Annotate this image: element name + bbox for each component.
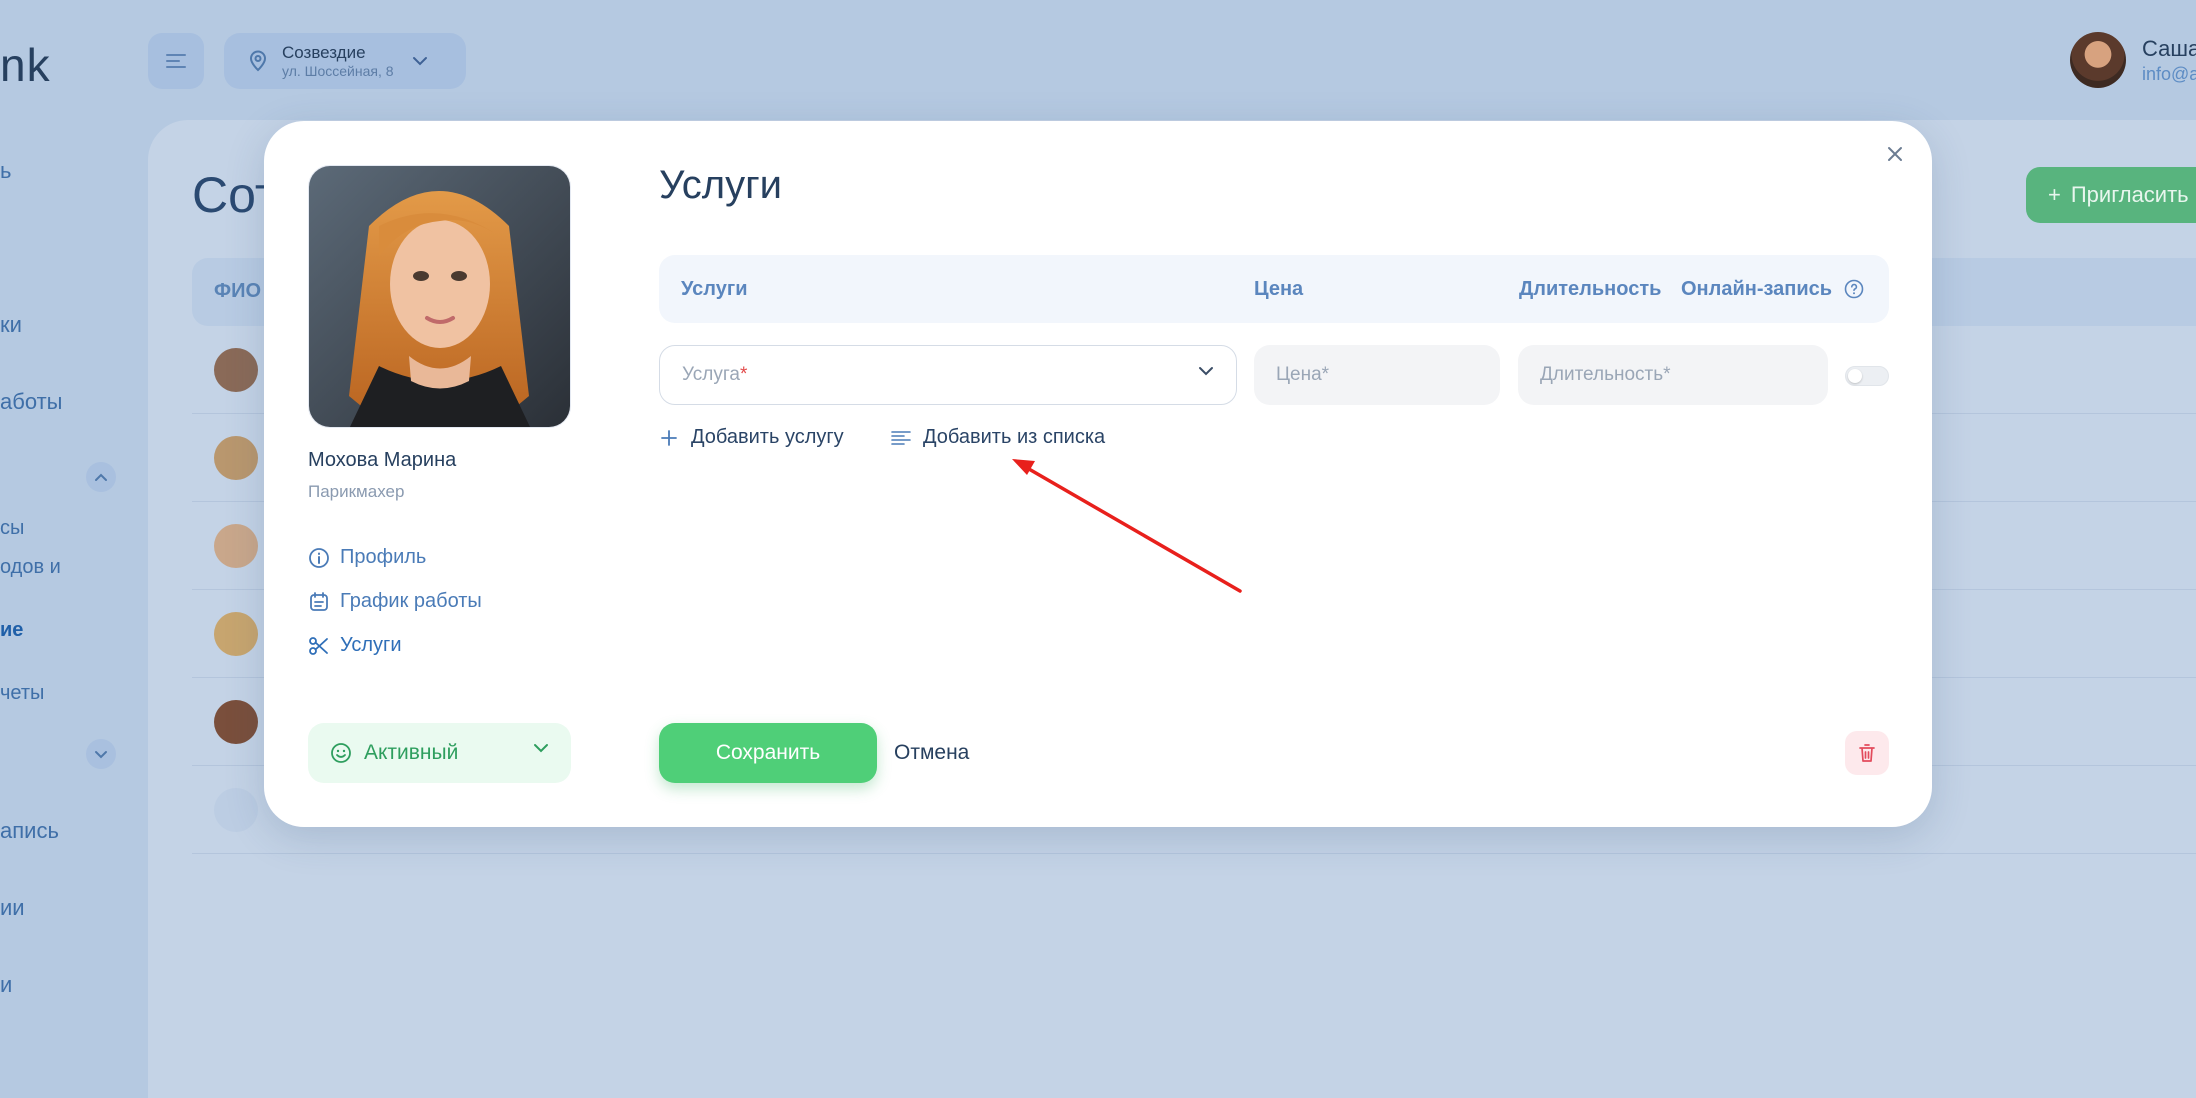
nav-item-label: Профиль	[340, 546, 427, 568]
avatar	[214, 700, 258, 744]
location-name: Созвездие	[282, 43, 366, 63]
status-value: Активный	[364, 741, 459, 764]
user-name: Саша	[2142, 36, 2196, 61]
employee-name: Мохова Марина	[308, 449, 457, 471]
column-header-price: Цена	[1254, 278, 1304, 300]
services-table-header: Услуги Цена Длительность Онлайн-запись	[659, 255, 1889, 323]
sidebar-item[interactable]: одов и	[0, 556, 61, 579]
avatar	[214, 348, 258, 392]
chevron-down-icon	[1199, 367, 1213, 376]
calendar-icon	[308, 591, 330, 613]
cancel-button[interactable]: Отмена	[894, 741, 969, 765]
sidebar-item[interactable]: аботы	[0, 389, 62, 415]
price-input[interactable]: Цена*	[1254, 345, 1500, 405]
sidebar-item[interactable]: ки	[0, 312, 22, 338]
column-header-service: Услуги	[681, 278, 748, 300]
table-header-name: ФИО	[214, 280, 262, 302]
sidebar-item[interactable]: ии	[0, 895, 25, 921]
close-button[interactable]	[1880, 139, 1910, 169]
sidebar-item-active[interactable]: ие	[0, 619, 23, 642]
avatar	[214, 612, 258, 656]
service-select[interactable]: Услуга *	[659, 345, 1237, 405]
chevron-up-icon	[95, 473, 107, 481]
sidebar-item[interactable]: четы	[0, 682, 44, 705]
app-logo: nk	[0, 39, 51, 91]
chevron-down-icon	[534, 744, 548, 753]
column-header-duration: Длительность	[1519, 278, 1662, 300]
avatar	[2070, 32, 2126, 88]
location-selector[interactable]: Созвездие ул. Шоссейная, 8	[224, 33, 466, 89]
close-icon	[1888, 147, 1902, 161]
sidebar-collapse-button[interactable]	[86, 462, 116, 492]
avatar	[214, 436, 258, 480]
help-icon[interactable]	[1844, 279, 1864, 299]
chevron-down-icon	[412, 57, 427, 66]
chevron-down-icon	[95, 750, 107, 758]
sidebar-item[interactable]: сы	[0, 517, 24, 540]
delete-button[interactable]	[1845, 731, 1889, 775]
scissors-icon	[308, 635, 330, 657]
save-button[interactable]: Сохранить	[659, 723, 877, 783]
nav-item-schedule[interactable]: График работы	[308, 590, 482, 613]
plus-icon: +	[2048, 182, 2061, 207]
section-title: Услуги	[659, 163, 783, 207]
list-icon	[891, 428, 911, 448]
employee-photo	[308, 165, 571, 428]
user-menu[interactable]: Саша info@a	[2070, 32, 2196, 88]
user-email: info@a	[2142, 63, 2196, 84]
nav-item-label: График работы	[340, 590, 482, 612]
nav-item-services[interactable]: Услуги	[308, 634, 402, 657]
location-pin-icon	[249, 50, 267, 72]
add-service-button[interactable]: Добавить услугу	[659, 426, 844, 449]
employee-services-modal: Мохова Марина Парикмахер Профиль График …	[264, 121, 1932, 827]
plus-icon	[659, 428, 679, 448]
location-address: ул. Шоссейная, 8	[282, 62, 394, 79]
invite-button-label: Пригласить	[2070, 182, 2189, 207]
portrait-image	[309, 166, 570, 427]
add-from-list-label: Добавить из списка	[923, 426, 1106, 448]
menu-button[interactable]	[148, 33, 204, 89]
menu-icon	[166, 54, 186, 68]
add-service-label: Добавить услугу	[691, 426, 844, 448]
employee-role: Парикмахер	[308, 482, 405, 501]
service-placeholder: Услуга	[682, 364, 740, 385]
avatar	[214, 524, 258, 568]
required-mark: *	[739, 364, 748, 385]
trash-icon	[1859, 744, 1875, 762]
online-booking-toggle[interactable]	[1845, 366, 1889, 386]
sidebar-item[interactable]: ь	[0, 158, 11, 184]
nav-item-label: Услуги	[340, 634, 402, 656]
smile-icon	[331, 743, 351, 763]
invite-button[interactable]: + Пригласить	[2026, 167, 2196, 223]
nav-item-profile[interactable]: Профиль	[308, 546, 426, 569]
avatar	[214, 788, 258, 832]
duration-input[interactable]: Длительность*	[1518, 345, 1828, 405]
status-dropdown[interactable]: Активный	[308, 723, 571, 783]
price-placeholder: Цена*	[1276, 364, 1330, 385]
duration-placeholder: Длительность*	[1540, 364, 1671, 385]
add-from-list-button[interactable]: Добавить из списка	[891, 426, 1105, 449]
column-header-online: Онлайн-запись	[1681, 278, 1833, 300]
sidebar-item[interactable]: и	[0, 972, 12, 998]
info-icon	[308, 547, 330, 569]
sidebar-item[interactable]: апись	[0, 818, 59, 844]
sidebar-expand-button[interactable]	[86, 739, 116, 769]
